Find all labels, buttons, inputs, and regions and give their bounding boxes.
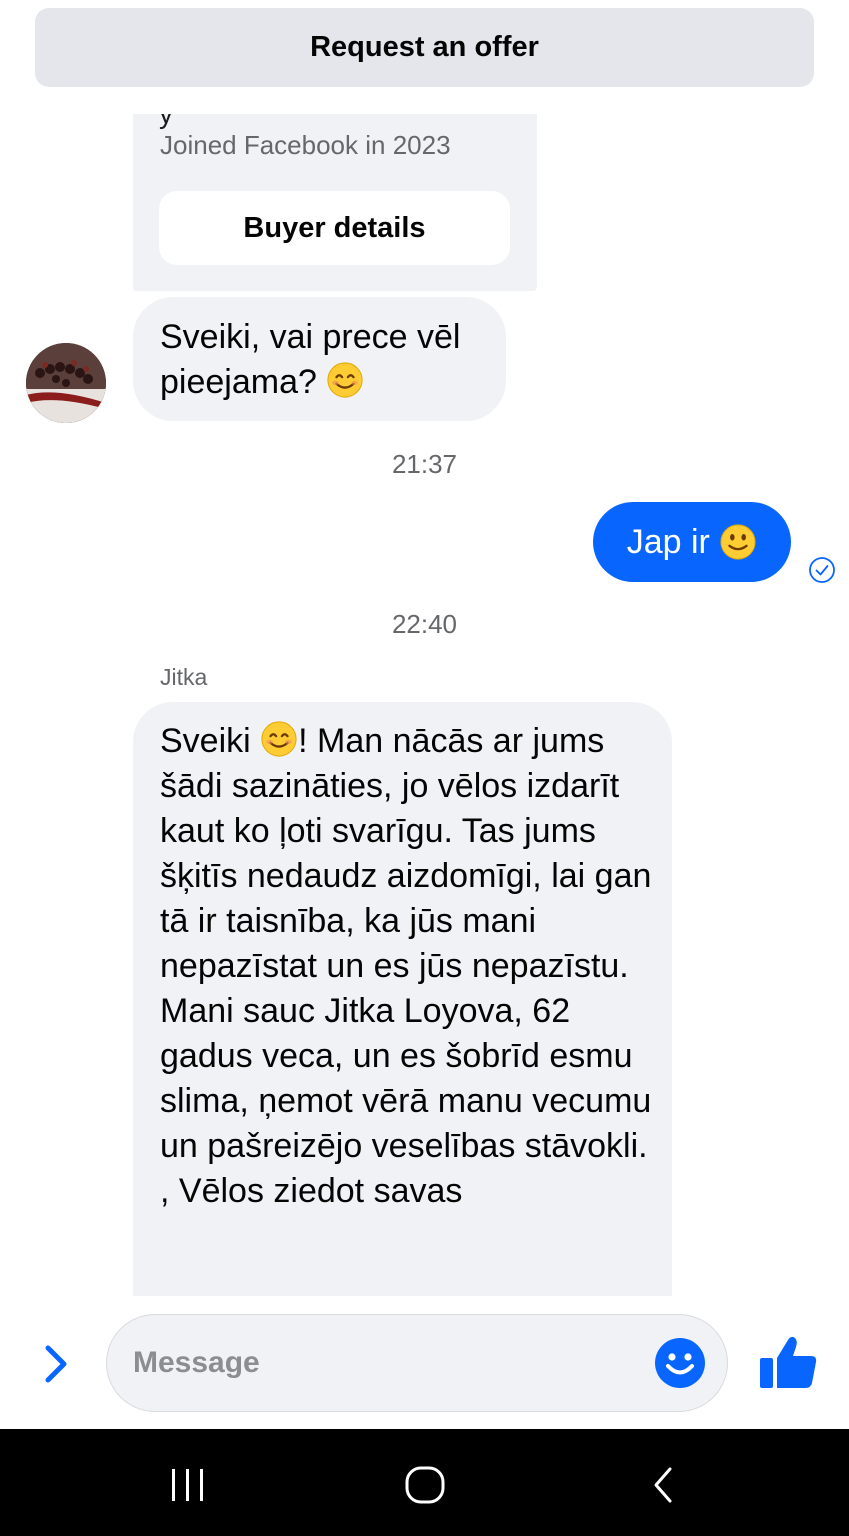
thumbs-up-icon[interactable]	[757, 1334, 819, 1390]
message-input[interactable]	[133, 1315, 643, 1411]
message-text: Jap ir	[626, 522, 710, 561]
message-composer	[0, 1296, 849, 1429]
chevron-right-icon[interactable]	[36, 1344, 76, 1384]
joined-facebook-text: Joined Facebook in 2023	[160, 130, 451, 160]
buyer-profile-card: y Joined Facebook in 2023 Buyer details	[133, 114, 537, 291]
message-bubble-incoming[interactable]: Sveiki ! Man nācās ar jums šādi sazināti…	[133, 702, 672, 1296]
recent-apps-icon[interactable]	[166, 1465, 210, 1505]
message-text: Sveiki, vai prece vēl pieejama?	[160, 318, 461, 401]
smiling-face-icon	[261, 721, 297, 757]
message-text: ! Man nācās ar jums šādi sazināties, jo …	[160, 722, 652, 1210]
back-icon[interactable]	[648, 1465, 680, 1505]
slightly-smiling-face-icon	[720, 524, 756, 560]
sender-name: Jitka	[160, 664, 208, 690]
system-navigation-bar	[0, 1429, 849, 1536]
avatar-photo	[26, 343, 106, 423]
message-text-start: Sveiki	[160, 722, 251, 760]
message-thread[interactable]: y Joined Facebook in 2023 Buyer details …	[0, 114, 849, 1296]
home-icon[interactable]	[403, 1464, 447, 1506]
message-timestamp: 22:40	[391, 609, 458, 639]
buyer-name-partial: y	[159, 114, 173, 130]
message-timestamp: 21:37	[391, 449, 458, 479]
avatar[interactable]	[26, 343, 106, 423]
buyer-details-button[interactable]: Buyer details	[159, 191, 510, 265]
smiling-face-icon	[327, 362, 363, 398]
sent-check-icon	[809, 557, 835, 583]
message-bubble-outgoing[interactable]: Jap ir	[593, 502, 791, 582]
smiley-icon[interactable]	[654, 1337, 706, 1389]
message-field[interactable]	[106, 1314, 728, 1412]
message-bubble-incoming[interactable]: Sveiki, vai prece vēl pieejama?	[133, 297, 506, 421]
request-offer-button[interactable]: Request an offer	[35, 8, 814, 87]
